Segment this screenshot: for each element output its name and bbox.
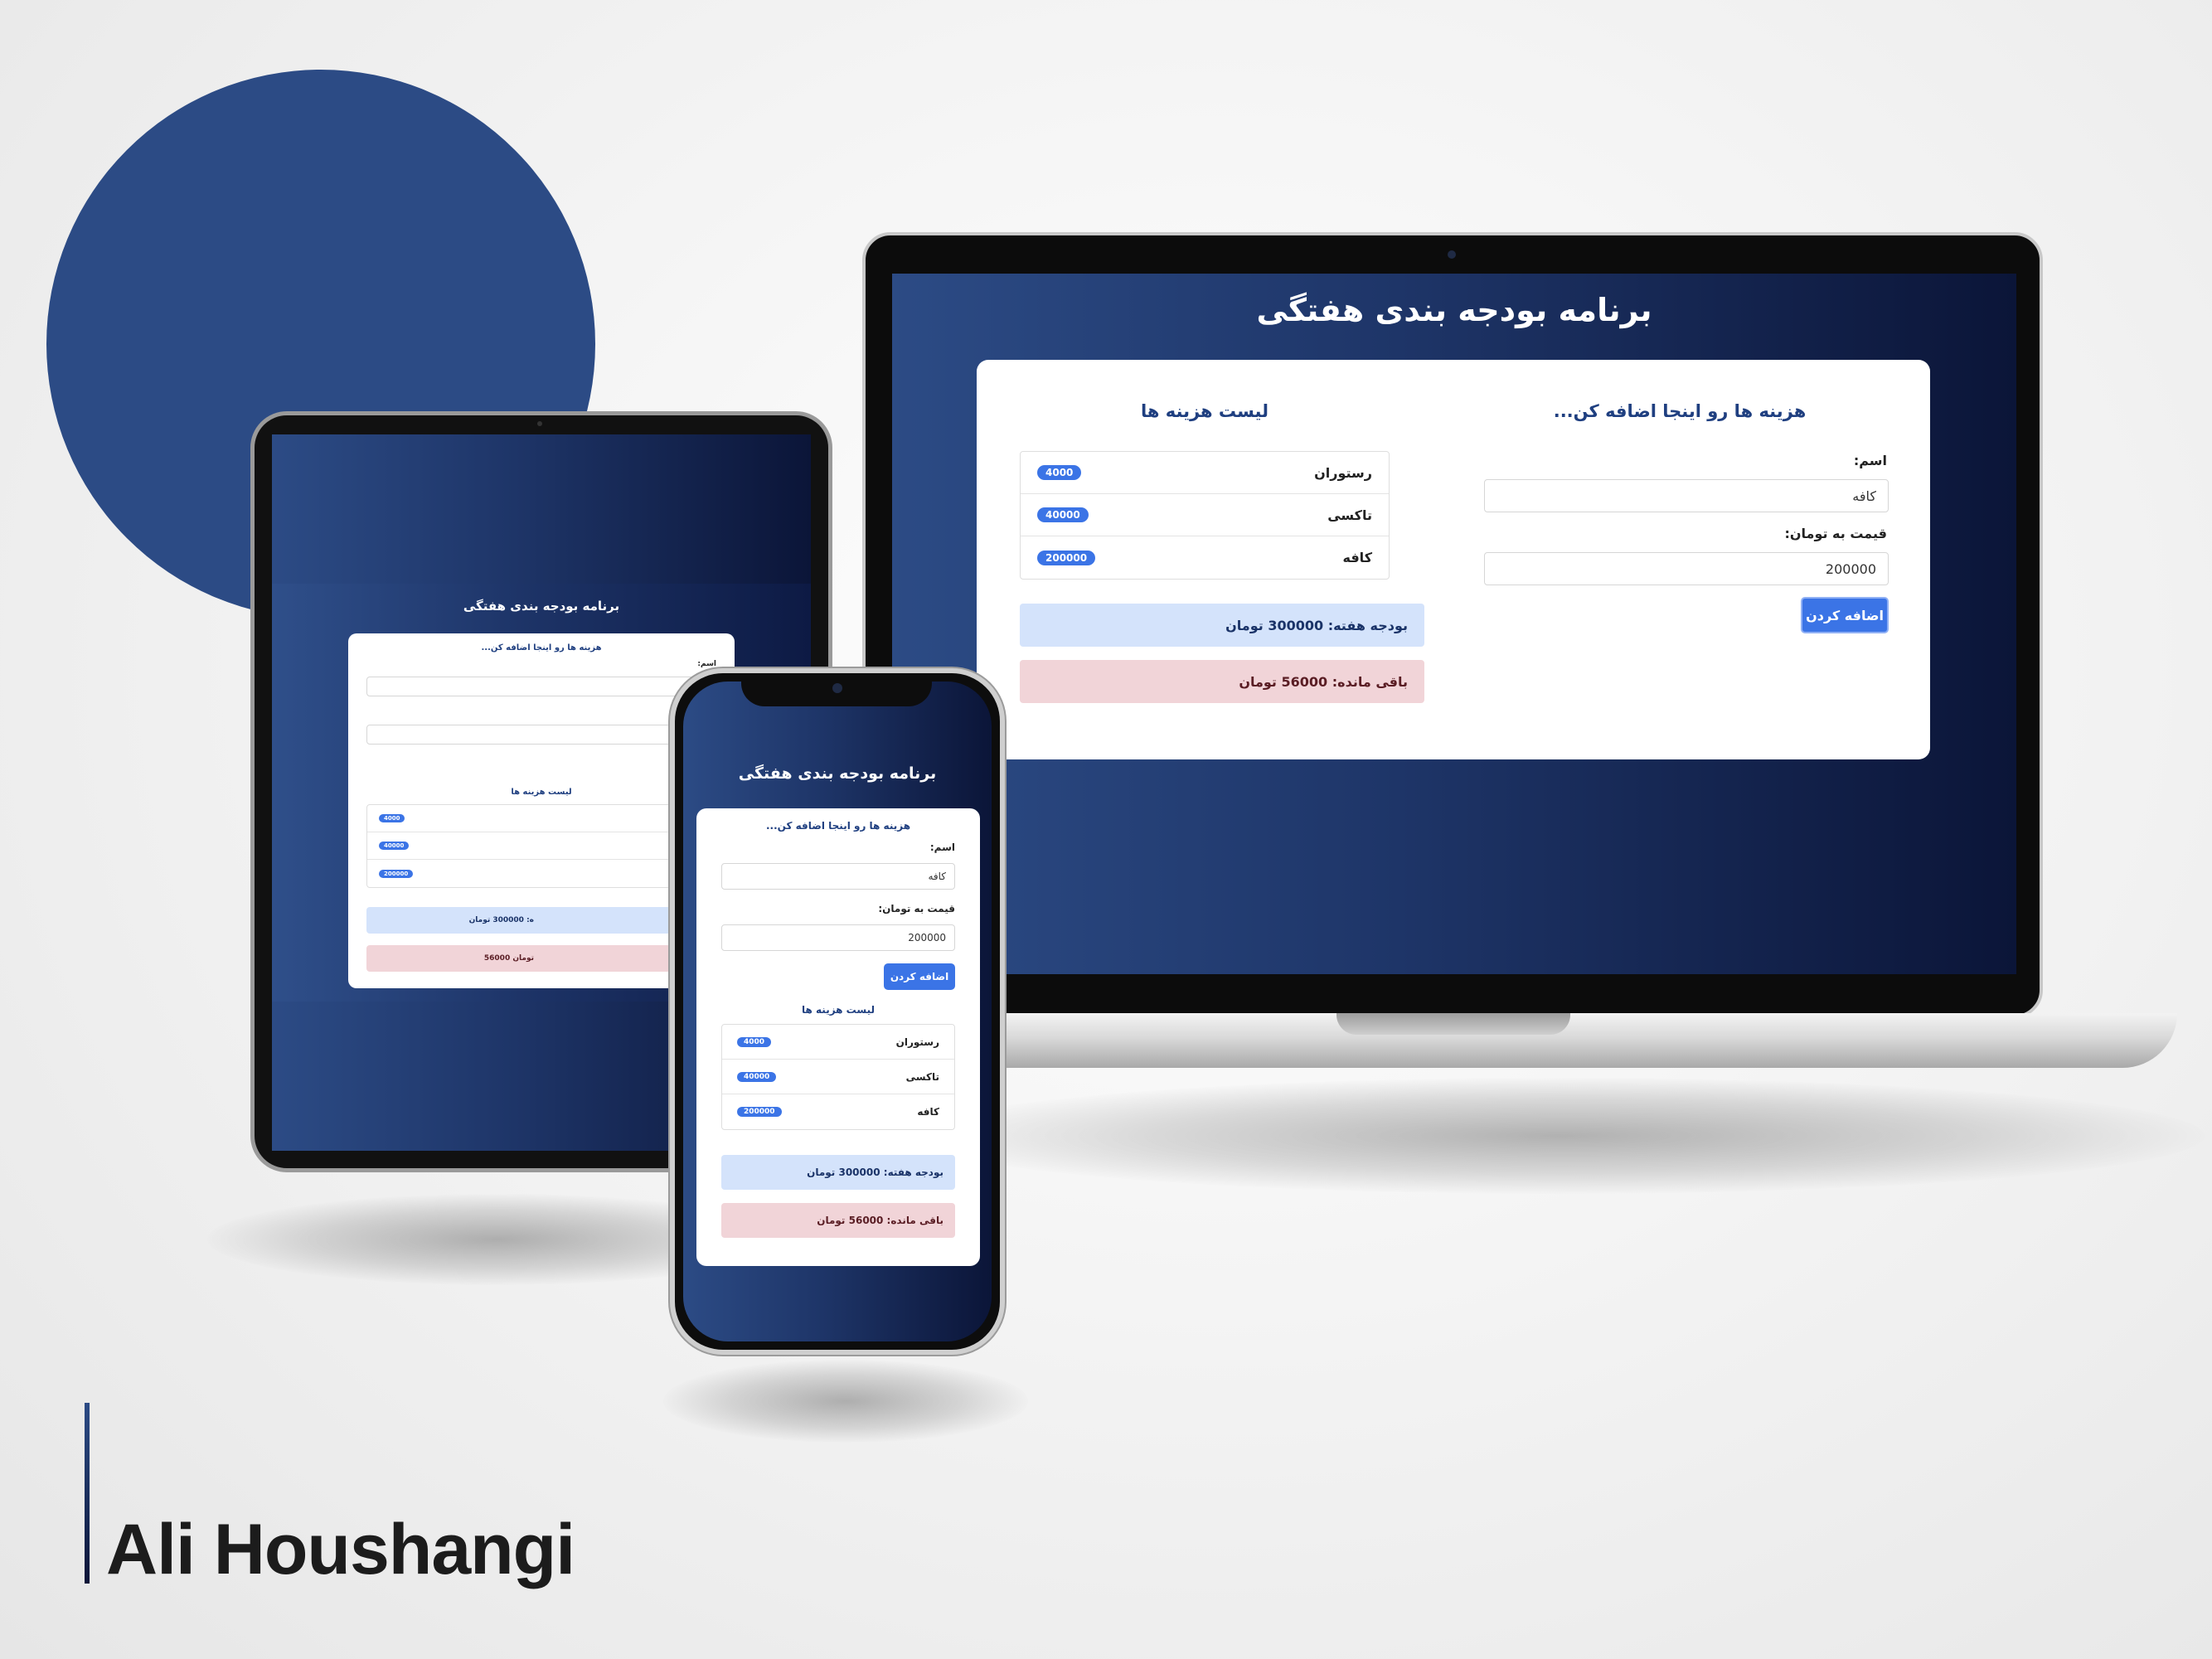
budget-alert: بودجه هفته: 300000 تومان: [721, 1155, 955, 1190]
remaining-alert: باقی مانده: 56000 تومان: [721, 1203, 955, 1238]
brand-name: Ali Houshangi: [106, 1510, 575, 1589]
name-input[interactable]: [366, 677, 716, 696]
expense-amount-badge: 200000: [737, 1107, 782, 1117]
budget-alert: بودجه هفته: 300000 تومان: [1020, 604, 1424, 647]
name-label: اسم:: [697, 660, 716, 668]
price-input-value: 200000: [908, 932, 946, 943]
expense-name: تاکسی: [1327, 507, 1372, 523]
expense-name: کافه: [1342, 550, 1373, 565]
budget-text: بودجه هفته: 300000 تومان: [1225, 617, 1408, 633]
expense-list: رستوران 4000 تاکسی 40000 کافه 200000: [1020, 451, 1390, 580]
phone-shadow: [663, 1360, 1028, 1443]
name-input-value: کافه: [1852, 488, 1876, 504]
list-item: 4000: [367, 805, 716, 832]
expense-list: 4000 40000 200000: [366, 804, 716, 888]
expense-amount-badge: 40000: [737, 1071, 777, 1082]
form-title: هزینه ها رو اینجا اضافه کن...: [1553, 401, 1807, 421]
name-input-value: کافه: [928, 871, 946, 882]
page-title: برنامه بودجه بندی هفتگی: [463, 599, 620, 614]
expense-name: رستوران: [895, 1036, 939, 1048]
tablet-camera: [537, 421, 542, 426]
price-label: قیمت به تومان:: [1784, 526, 1887, 541]
expense-name: رستوران: [1314, 464, 1372, 481]
list-title: لیست هزینه ها: [802, 1004, 875, 1016]
list-item: تاکسی 40000: [722, 1060, 954, 1094]
name-input[interactable]: کافه: [721, 863, 955, 890]
page-title: برنامه بودجه بندی هفتگی: [1256, 292, 1652, 328]
form-title: هزینه ها رو اینجا اضافه کن...: [765, 820, 911, 832]
name-label: اسم:: [1853, 453, 1887, 468]
list-item: 40000: [367, 832, 716, 860]
expense-amount-badge: 40000: [1037, 507, 1089, 522]
remaining-text: باقی مانده: 56000 تومان: [1239, 673, 1408, 690]
expense-amount-badge: 4000: [737, 1036, 772, 1047]
phone-screen: برنامه بودجه بندی هفتگی هزینه ها رو اینج…: [683, 682, 992, 1341]
expense-list: رستوران 4000 تاکسی 40000 کافه 200000: [721, 1024, 955, 1130]
remaining-alert: باقی مانده: 56000 تومان: [1020, 660, 1424, 703]
list-item: کافه 200000: [722, 1094, 954, 1129]
list-item: رستوران 4000: [1021, 452, 1389, 494]
expense-amount-badge: 4000: [379, 814, 405, 822]
price-input[interactable]: [366, 725, 716, 745]
list-item: رستوران 4000: [722, 1025, 954, 1060]
price-input[interactable]: 200000: [1484, 552, 1889, 585]
price-input-value: 200000: [1825, 560, 1876, 577]
brand-accent-bar: [85, 1403, 90, 1584]
laptop-shadow: [912, 1078, 2205, 1194]
list-item: تاکسی 40000: [1021, 494, 1389, 536]
expense-amount-badge: 40000: [379, 842, 410, 850]
budget-text: بودجه هفته: 300000 تومان: [807, 1167, 943, 1178]
main-card: هزینه ها رو اینجا اضافه کن... اسم: کافه …: [977, 360, 1930, 759]
list-item: کافه 200000: [1021, 536, 1389, 579]
expense-amount-badge: 4000: [1037, 465, 1082, 480]
expense-amount-badge: 200000: [379, 869, 414, 878]
phone-camera: [832, 683, 842, 693]
main-card: هزینه ها رو اینجا اضافه کن... اسم: کافه …: [696, 808, 980, 1266]
expense-amount-badge: 200000: [1037, 550, 1096, 565]
list-title: لیست هزینه ها: [1141, 401, 1269, 421]
expense-name: تاکسی: [905, 1070, 939, 1083]
page-title: برنامه بودجه بندی هفتگی: [738, 764, 937, 783]
name-label: اسم:: [929, 842, 955, 853]
remaining-text: 56000 تومان: [483, 954, 534, 963]
add-button[interactable]: اضافه کردن: [1801, 597, 1889, 633]
form-title: هزینه ها رو اینجا اضافه کن...: [481, 643, 602, 652]
laptop-screen: برنامه بودجه بندی هفتگی هزینه ها رو اینج…: [892, 274, 2016, 974]
laptop-hinge-notch: [1336, 1013, 1570, 1035]
budget-text: ه: 300000 تومان: [468, 916, 534, 924]
expense-name: کافه: [917, 1106, 939, 1118]
price-label: قیمت به تومان:: [878, 903, 955, 914]
price-input[interactable]: 200000: [721, 924, 955, 951]
laptop-camera: [1448, 250, 1456, 259]
add-button[interactable]: اضافه کردن: [884, 963, 955, 990]
list-item: 200000: [367, 860, 716, 887]
budget-alert: ه: 300000 تومان: [366, 907, 716, 934]
remaining-text: باقی مانده: 56000 تومان: [817, 1215, 943, 1226]
remaining-alert: 56000 تومان: [366, 945, 716, 972]
name-input[interactable]: کافه: [1484, 479, 1889, 512]
